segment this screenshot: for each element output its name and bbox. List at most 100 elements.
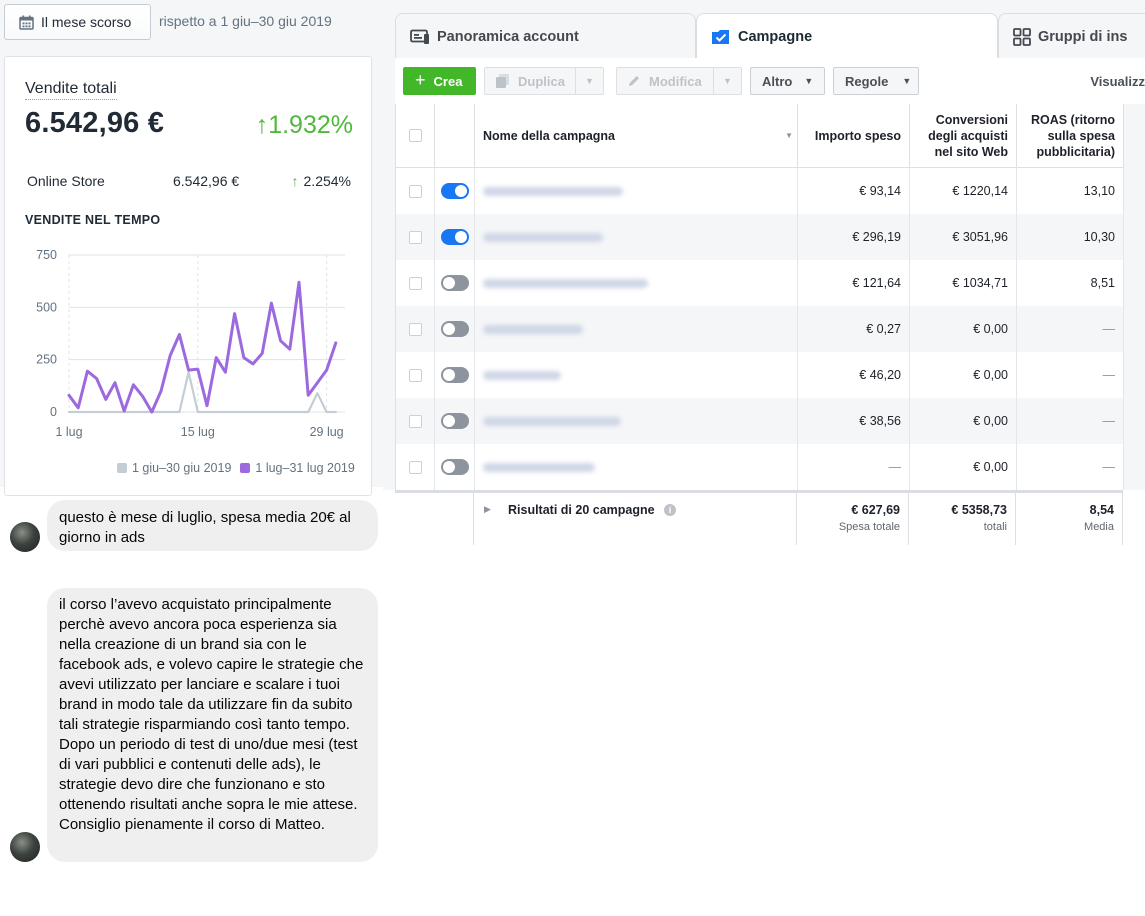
toggle-knob: [454, 185, 467, 197]
edit-dropdown-button[interactable]: ▼: [713, 68, 741, 94]
table-row[interactable]: € 296,19 € 3051,96 10,30: [396, 214, 1124, 260]
chat-message: il corso l’avevo acquistato principalmen…: [47, 588, 378, 862]
totals-spacer-cell: [395, 493, 474, 545]
campaign-status-toggle[interactable]: [440, 275, 469, 291]
legend-label-previous: 1 giu–30 giu 2019: [132, 461, 232, 475]
campaign-name-redacted[interactable]: [483, 278, 648, 288]
roas-value: —: [1102, 322, 1116, 336]
duplicate-button[interactable]: Duplica ▼: [484, 67, 604, 95]
row-toggle-cell: [435, 398, 475, 444]
tab-label: Panoramica account: [437, 28, 579, 45]
tab-account-overview[interactable]: Panoramica account: [395, 13, 696, 59]
date-range-button[interactable]: Il mese scorso: [4, 4, 151, 40]
row-checkbox[interactable]: [408, 276, 422, 290]
conversions-cell: € 0,00: [910, 398, 1017, 444]
campaign-status-toggle[interactable]: [440, 367, 469, 383]
comparison-period-text: rispetto a 1 giu–30 giu 2019: [159, 13, 332, 29]
campaign-status-toggle[interactable]: [440, 229, 469, 245]
campaign-name-redacted[interactable]: [483, 416, 621, 426]
row-toggle-cell: [435, 168, 475, 214]
campaign-name-cell[interactable]: [475, 444, 798, 490]
totals-conversions-cell: € 5358,73 totali: [909, 493, 1016, 545]
campaign-name-redacted[interactable]: [483, 186, 623, 196]
row-checkbox[interactable]: [408, 230, 422, 244]
more-label: Altro: [762, 73, 793, 89]
tab-campaigns[interactable]: Campagne: [696, 13, 998, 59]
campaign-name-redacted[interactable]: [483, 324, 583, 334]
conversions-value: € 0,00: [973, 368, 1008, 382]
tab-ad-sets[interactable]: Gruppi di ins: [998, 13, 1145, 59]
column-header-name[interactable]: Nome della campagna ▼: [475, 104, 798, 168]
spend-cell: € 46,20: [798, 352, 910, 398]
column-header-conversions[interactable]: Conversioni degli acquisti nel sito Web: [910, 104, 1017, 168]
shopify-analytics-panel: Il mese scorso rispetto a 1 giu–30 giu 2…: [0, 0, 383, 496]
x-tick-label: 15 lug: [181, 425, 215, 439]
campaign-name-cell[interactable]: [475, 260, 798, 306]
duplicate-dropdown-button[interactable]: ▼: [575, 68, 603, 94]
totals-roas-cell: 8,54 Media: [1016, 493, 1123, 545]
campaign-status-toggle[interactable]: [440, 413, 469, 429]
spend-value: —: [888, 460, 902, 474]
duplicate-icon: [496, 74, 509, 88]
conversions-value: € 0,00: [973, 414, 1008, 428]
table-row[interactable]: € 46,20 € 0,00 —: [396, 352, 1124, 398]
campaign-name-cell[interactable]: [475, 168, 798, 214]
column-header-conversions-label: Conversioni degli acquisti nel sito Web: [928, 112, 1008, 159]
row-checkbox[interactable]: [408, 322, 422, 336]
conversions-value: € 0,00: [973, 322, 1008, 336]
info-icon[interactable]: i: [664, 504, 676, 516]
table-row[interactable]: € 93,14 € 1220,14 13,10: [396, 168, 1124, 214]
spend-value: € 38,56: [859, 414, 901, 428]
row-checkbox[interactable]: [408, 414, 422, 428]
row-select-cell: [396, 168, 435, 214]
chart-legend: 1 giu–30 giu 2019 1 lug–31 lug 2019: [117, 461, 355, 475]
pencil-icon: [629, 76, 639, 86]
table-row[interactable]: € 0,27 € 0,00 —: [396, 306, 1124, 352]
legend-swatch-current: [240, 463, 251, 473]
campaigns-icon: [712, 29, 729, 44]
x-tick-label: 29 lug: [310, 425, 344, 439]
campaign-name-cell[interactable]: [475, 306, 798, 352]
campaign-name-redacted[interactable]: [483, 370, 561, 380]
toggle-knob: [442, 461, 455, 473]
spend-cell: —: [798, 444, 910, 490]
campaign-status-toggle[interactable]: [440, 183, 469, 199]
campaign-status-toggle[interactable]: [440, 459, 469, 475]
campaign-name-cell[interactable]: [475, 214, 798, 260]
more-button[interactable]: Altro ▼: [750, 67, 825, 95]
spend-value: € 0,27: [866, 322, 901, 336]
campaign-name-cell[interactable]: [475, 398, 798, 444]
totals-spend-caption: Spesa totale: [838, 521, 900, 533]
toggle-knob: [454, 231, 467, 243]
caret-down-icon: ▼: [804, 76, 814, 86]
create-button[interactable]: + Crea: [403, 67, 476, 95]
calendar-icon: [19, 15, 34, 30]
table-row[interactable]: € 38,56 € 0,00 —: [396, 398, 1124, 444]
campaign-name-redacted[interactable]: [483, 232, 603, 242]
conversions-value: € 3051,96: [952, 230, 1008, 244]
row-checkbox[interactable]: [408, 368, 422, 382]
select-all-checkbox[interactable]: [408, 129, 422, 142]
row-checkbox[interactable]: [408, 184, 422, 198]
rules-button[interactable]: Regole ▼: [833, 67, 919, 95]
row-checkbox[interactable]: [408, 460, 422, 474]
account-overview-icon: [410, 29, 429, 44]
column-header-spend[interactable]: Importo speso: [798, 104, 910, 168]
view-button[interactable]: Visualizz: [1090, 74, 1145, 89]
campaign-name-redacted[interactable]: [483, 462, 595, 472]
toggle-knob: [442, 415, 455, 427]
ad-sets-grid-icon: [1013, 27, 1031, 46]
campaign-name-cell[interactable]: [475, 352, 798, 398]
totals-spend-value: € 627,69: [851, 503, 900, 517]
table-row[interactable]: € 121,64 € 1034,71 8,51: [396, 260, 1124, 306]
roas-cell: —: [1017, 352, 1124, 398]
table-row[interactable]: — € 0,00 —: [396, 444, 1124, 490]
tab-label: Campagne: [738, 28, 813, 45]
spend-cell: € 0,27: [798, 306, 910, 352]
edit-button[interactable]: Modifica ▼: [616, 67, 742, 95]
column-header-roas[interactable]: ROAS (ritorno sulla spesa pubblicitaria): [1017, 104, 1124, 168]
campaign-status-toggle[interactable]: [440, 321, 469, 337]
conversions-value: € 1034,71: [952, 276, 1008, 290]
expand-caret-icon[interactable]: ▶: [484, 504, 491, 515]
row-select-cell: [396, 260, 435, 306]
